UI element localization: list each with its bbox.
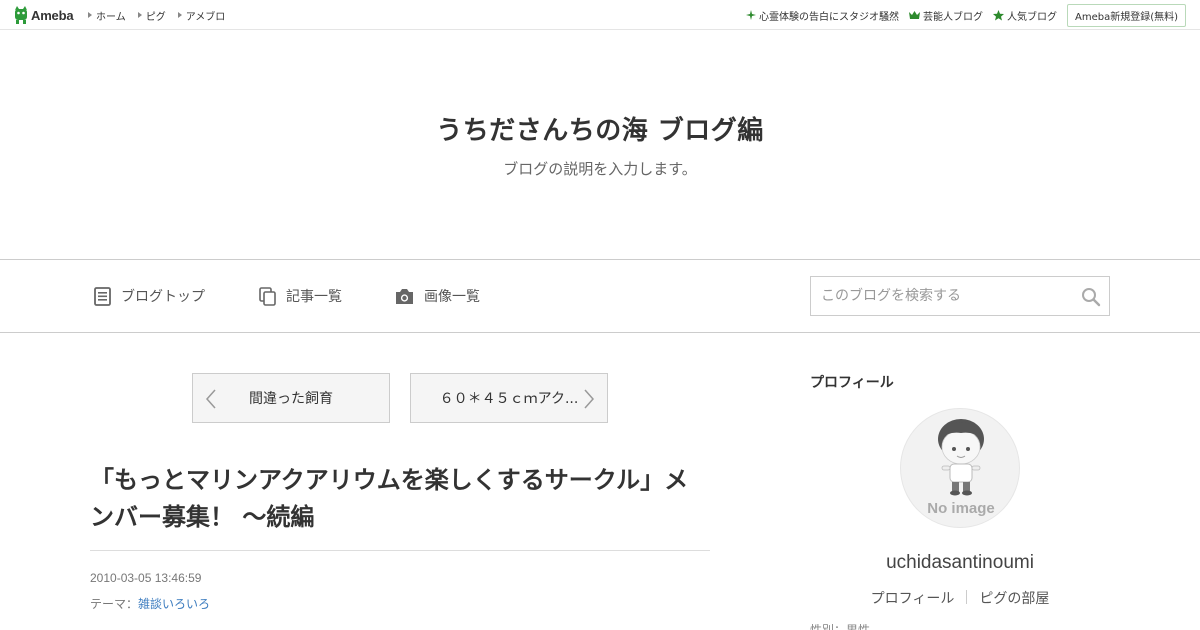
blog-search-box [810, 276, 1110, 316]
ameba-mascot-icon [15, 6, 27, 24]
theme-link[interactable]: 雑談いろいろ [138, 597, 210, 611]
popular-blog-link[interactable]: 人気ブログ [992, 8, 1057, 23]
global-nav: ホーム ピグ アメブロ [88, 0, 237, 30]
triangle-right-icon [137, 12, 142, 18]
global-nav-label: ホーム [96, 11, 126, 23]
prev-article-label: 間違った飼育 [249, 391, 333, 407]
logo-text: Ameba [31, 7, 74, 23]
global-right-links: 心霊体験の告白にスタジオ騒然 芸能人ブログ 人気ブログ Ameba新規登録(無料… [736, 0, 1186, 30]
profile-links: プロフィール ピグの部屋 [810, 588, 1110, 608]
sparkle-icon [745, 10, 756, 20]
chevron-right-icon [584, 389, 595, 409]
chevron-left-icon [205, 389, 216, 409]
blog-header: うちださんちの海 ブログ編 ブログの説明を入力します。 [0, 30, 1200, 260]
camera-icon [396, 288, 413, 304]
star-icon [992, 9, 1004, 20]
article-date: 2010-03-05 13:46:59 [90, 571, 202, 585]
blog-top-link[interactable]: ブログトップ [94, 260, 205, 332]
article-title[interactable]: 「もっとマリンアクアリウムを楽しくするサークル」メンバー募集！ ～続編 [90, 462, 710, 536]
avatar[interactable]: No image [900, 408, 1020, 528]
document-icon [94, 286, 111, 306]
triangle-right-icon [177, 12, 182, 18]
link-separator [966, 590, 968, 604]
ameba-logo[interactable]: Ameba [14, 6, 74, 24]
blog-description: ブログの説明を入力します。 [503, 160, 697, 178]
prev-article-button[interactable]: 間違った飼育 [192, 373, 390, 423]
crown-icon [908, 11, 920, 19]
global-nav-label: ピグ [145, 11, 166, 23]
trending-topic-link[interactable]: 心霊体験の告白にスタジオ騒然 [745, 8, 899, 23]
global-header-bar: Ameba ホーム ピグ アメブロ 心霊体験の告白にスタジオ騒然 芸能人ブログ … [0, 0, 1200, 30]
global-nav-home[interactable]: ホーム [88, 8, 126, 23]
image-list-label: 画像一覧 [424, 289, 480, 305]
pigg-room-link[interactable]: ピグの部屋 [979, 588, 1049, 608]
next-article-button[interactable]: ６０＊４５ｃｍアク... [410, 373, 608, 423]
blog-nav-bar: ブログトップ 記事一覧 画像一覧 [0, 260, 1200, 333]
article-list-label: 記事一覧 [286, 289, 342, 305]
trending-topic-label: 心霊体験の告白にスタジオ騒然 [758, 11, 899, 23]
no-image-text: No image [927, 500, 995, 517]
no-image-avatar-icon: No image [927, 419, 995, 517]
global-nav-label: アメブロ [185, 11, 226, 23]
profile-link[interactable]: プロフィール [871, 588, 955, 608]
article-divider [90, 550, 710, 551]
triangle-right-icon [88, 12, 92, 18]
global-nav-pigg[interactable]: ピグ [137, 8, 166, 23]
search-icon[interactable] [1081, 287, 1101, 307]
blog-top-label: ブログトップ [121, 289, 205, 305]
next-article-label: ６０＊４５ｃｍアク... [439, 391, 579, 407]
image-list-link[interactable]: 画像一覧 [395, 260, 480, 332]
article-theme: テーマ：雑談いろいろ [90, 595, 210, 612]
profile-gender-text: 性別：男性 [810, 624, 870, 630]
register-button[interactable]: Ameba新規登録(無料) [1066, 3, 1186, 27]
celebrity-blog-link[interactable]: 芸能人ブログ [908, 8, 983, 23]
copy-icon [259, 286, 276, 306]
blog-search-input[interactable] [811, 277, 1071, 315]
popular-blog-label: 人気ブログ [1006, 11, 1057, 23]
profile-username[interactable]: uchidasantinoumi [810, 552, 1110, 574]
theme-prefix: テーマ： [90, 597, 139, 611]
profile-heading: プロフィール [810, 375, 894, 391]
celebrity-blog-label: 芸能人ブログ [922, 11, 983, 23]
blog-title[interactable]: うちださんちの海 ブログ編 [0, 110, 1200, 147]
global-nav-ameblo[interactable]: アメブロ [177, 8, 226, 23]
article-list-link[interactable]: 記事一覧 [259, 260, 342, 332]
